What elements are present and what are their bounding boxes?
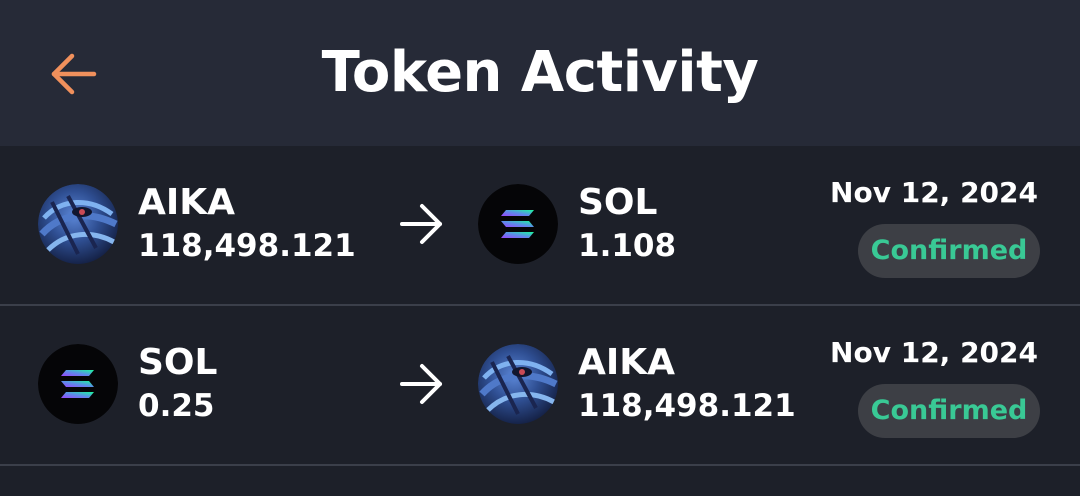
to-token-amount: 118,498.121 xyxy=(578,388,796,424)
aika-token-icon xyxy=(478,344,558,424)
activity-date: Nov 12, 2024 xyxy=(830,336,1038,369)
from-token-amount: 0.25 xyxy=(138,388,215,424)
solana-token-icon xyxy=(478,184,558,264)
activity-list: AIKA 118,498.121 SOL 1.108 Nov 12, 2024 … xyxy=(0,146,1080,466)
arrow-right-icon xyxy=(400,364,442,404)
to-token-symbol: AIKA xyxy=(578,342,676,383)
activity-row[interactable]: AIKA 118,498.121 SOL 1.108 Nov 12, 2024 … xyxy=(0,146,1080,306)
aika-token-icon xyxy=(38,184,118,264)
status-badge: Confirmed xyxy=(858,384,1040,438)
from-token-symbol: AIKA xyxy=(138,182,236,223)
app-header: Token Activity xyxy=(0,0,1080,146)
arrow-right-icon xyxy=(400,204,442,244)
activity-date: Nov 12, 2024 xyxy=(830,176,1038,209)
to-token-amount: 1.108 xyxy=(578,228,677,264)
status-badge: Confirmed xyxy=(858,224,1040,278)
solana-token-icon xyxy=(38,344,118,424)
activity-row[interactable]: SOL 0.25 AIKA 118,498.121 Nov 12, 2024 C… xyxy=(0,306,1080,466)
from-token-amount: 118,498.121 xyxy=(138,228,356,264)
page-title: Token Activity xyxy=(321,40,759,105)
from-token-symbol: SOL xyxy=(138,342,218,383)
to-token-symbol: SOL xyxy=(578,182,658,223)
